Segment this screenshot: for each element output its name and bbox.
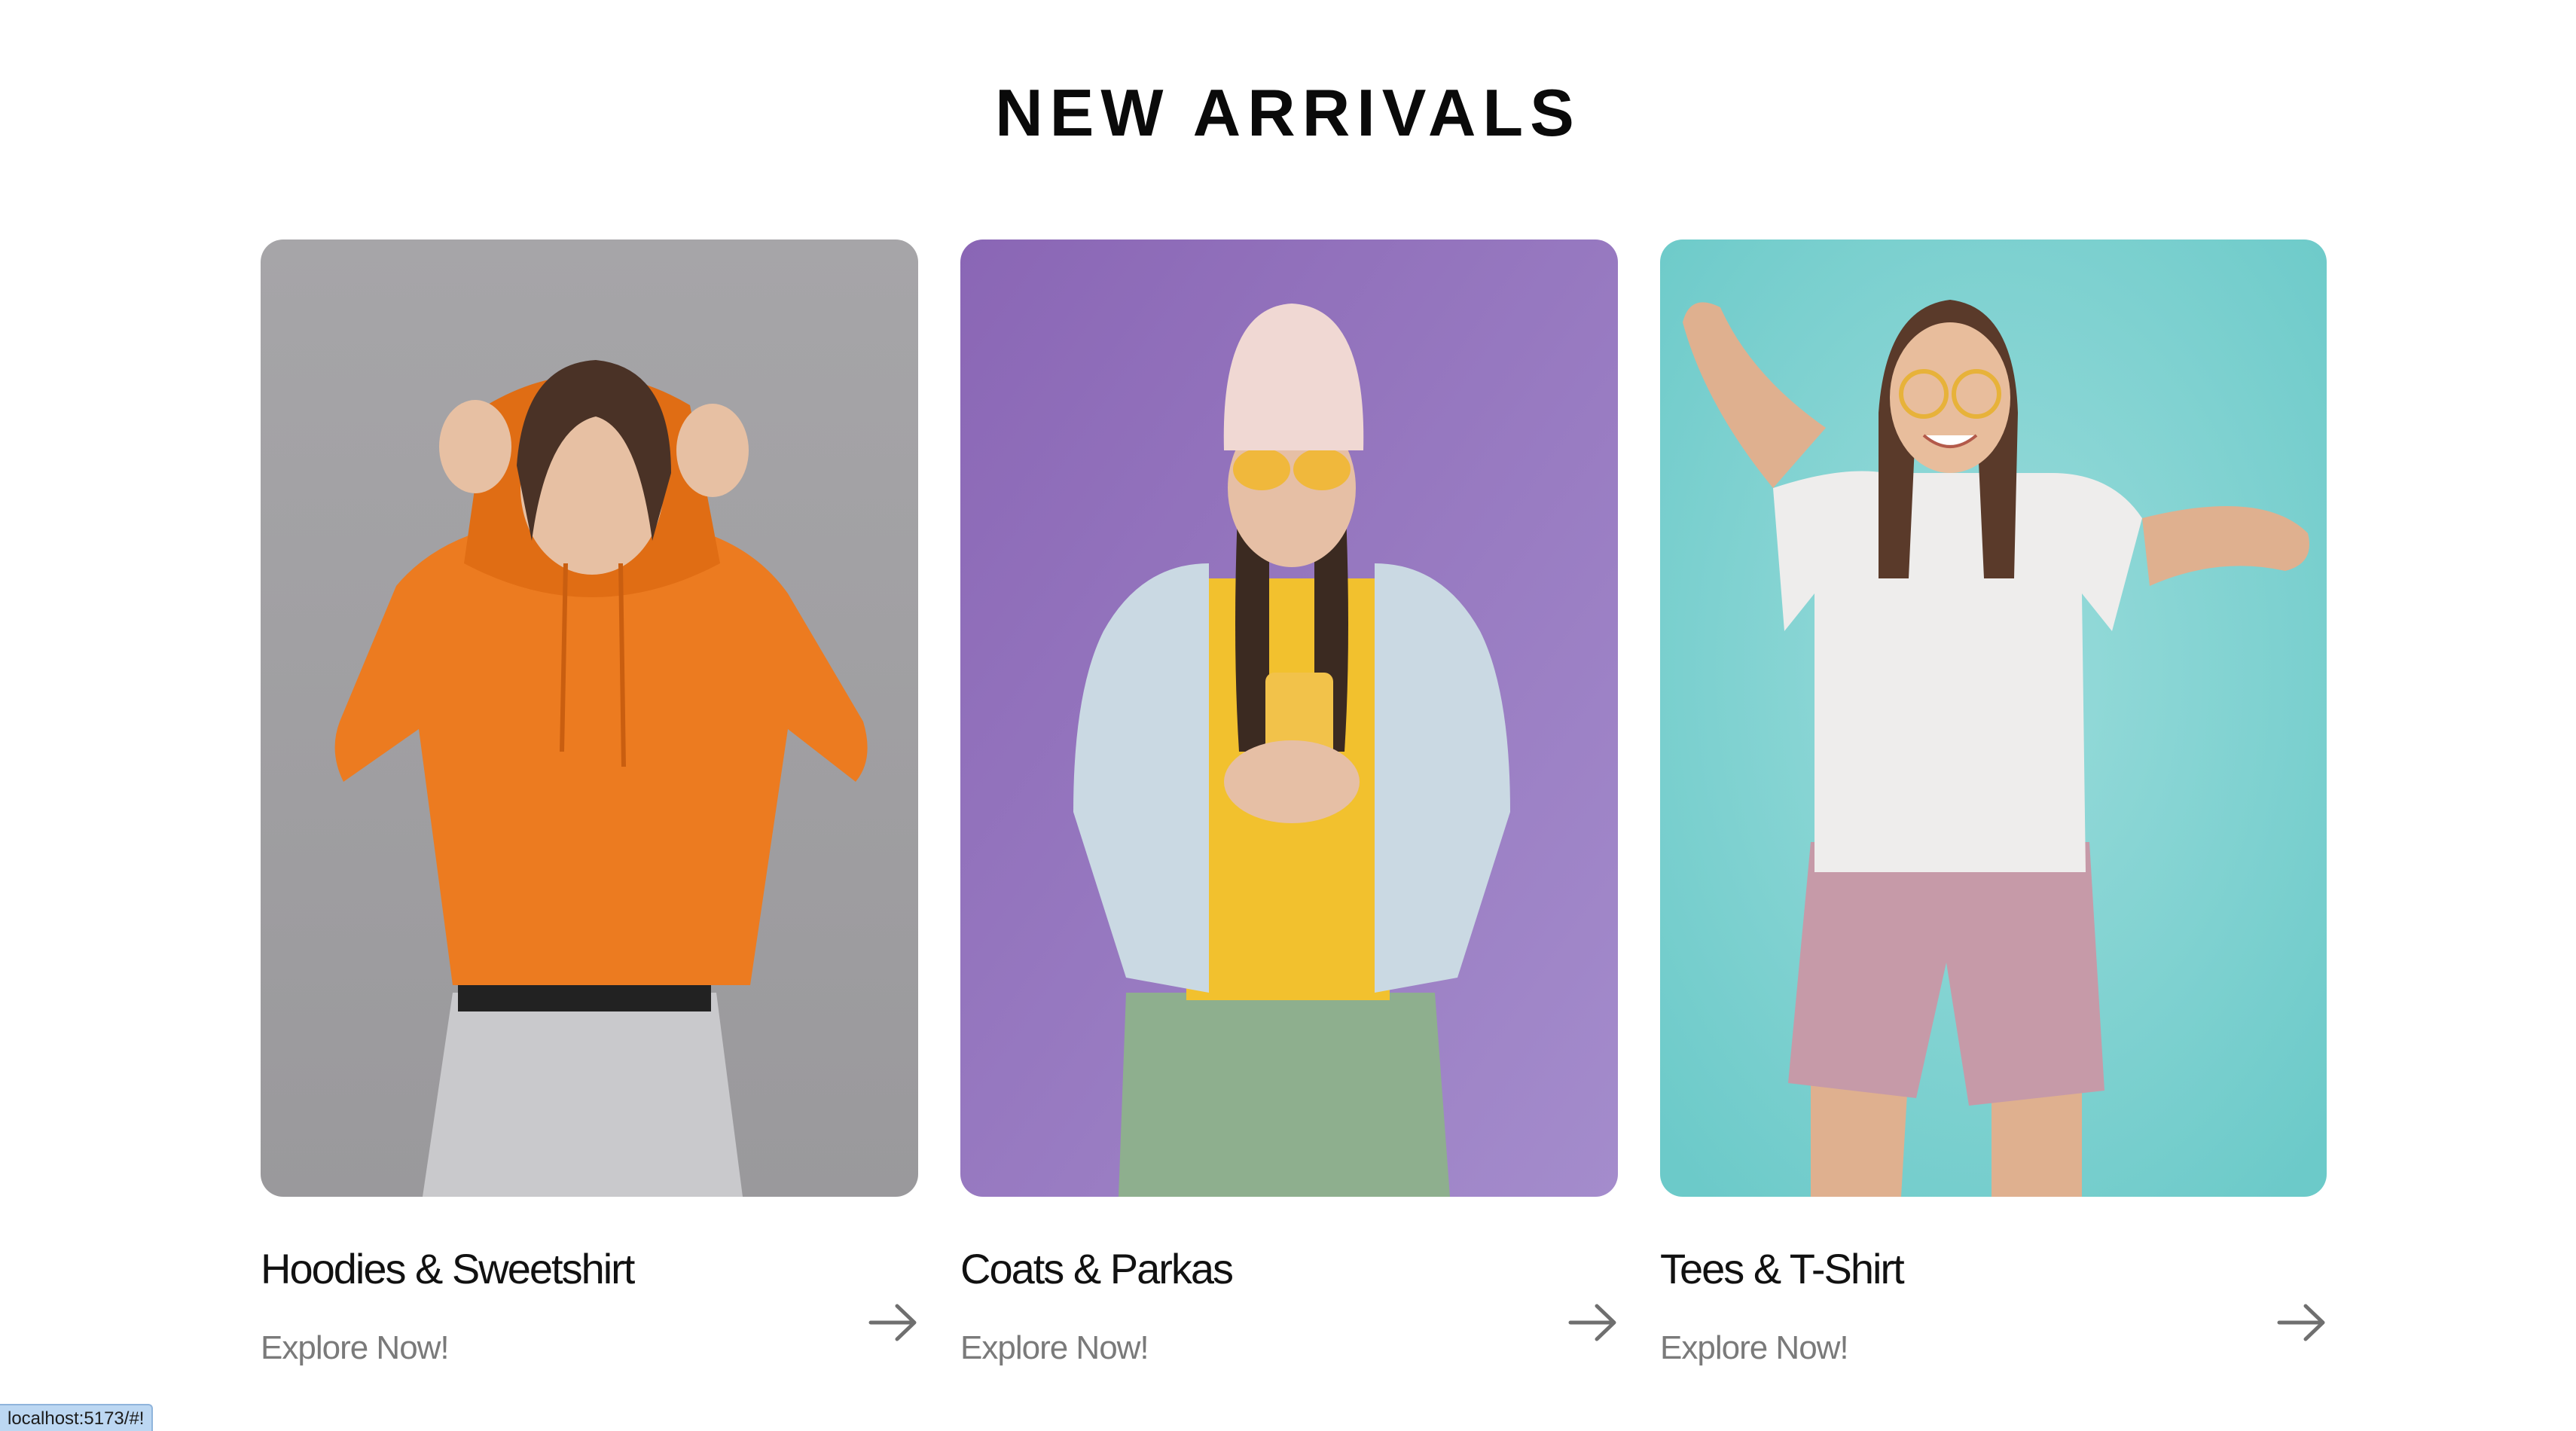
category-image-coats[interactable] bbox=[960, 240, 1618, 1197]
arrow-right-icon[interactable] bbox=[1568, 1288, 1618, 1356]
card-title: Hoodies & Sweetshirt bbox=[261, 1245, 635, 1292]
explore-now-link[interactable]: Explore Now! bbox=[1660, 1326, 1849, 1371]
category-card-tees[interactable]: Tees & T-Shirt Explore Now! bbox=[1660, 240, 2327, 1384]
card-title: Tees & T-Shirt bbox=[1660, 1245, 1905, 1292]
woman-orange-hoodie-photo bbox=[261, 240, 918, 1197]
browser-status-url: localhost:5173/#! bbox=[0, 1404, 154, 1431]
woman-denim-jacket-photo bbox=[960, 240, 1618, 1197]
arrow-right-icon[interactable] bbox=[2277, 1288, 2327, 1356]
category-image-tees[interactable] bbox=[1660, 240, 2327, 1197]
explore-now-link[interactable]: Explore Now! bbox=[960, 1326, 1149, 1371]
woman-white-tee-photo bbox=[1660, 240, 2327, 1197]
card-title: Coats & Parkas bbox=[960, 1245, 1234, 1292]
category-card-hoodies[interactable]: Hoodies & Sweetshirt Explore Now! bbox=[261, 240, 918, 1384]
section-title: NEW ARRIVALS bbox=[995, 75, 1581, 150]
category-card-coats[interactable]: Coats & Parkas Explore Now! bbox=[960, 240, 1618, 1384]
category-image-hoodies[interactable] bbox=[261, 240, 918, 1197]
arrow-right-icon[interactable] bbox=[868, 1288, 918, 1356]
explore-now-link[interactable]: Explore Now! bbox=[261, 1326, 450, 1371]
product-category-grid: Hoodies & Sweetshirt Explore Now! Coats … bbox=[261, 240, 2329, 1384]
new-arrivals-page: NEW ARRIVALS Hoodies & Sweetshirt Explor… bbox=[0, 0, 2576, 1431]
